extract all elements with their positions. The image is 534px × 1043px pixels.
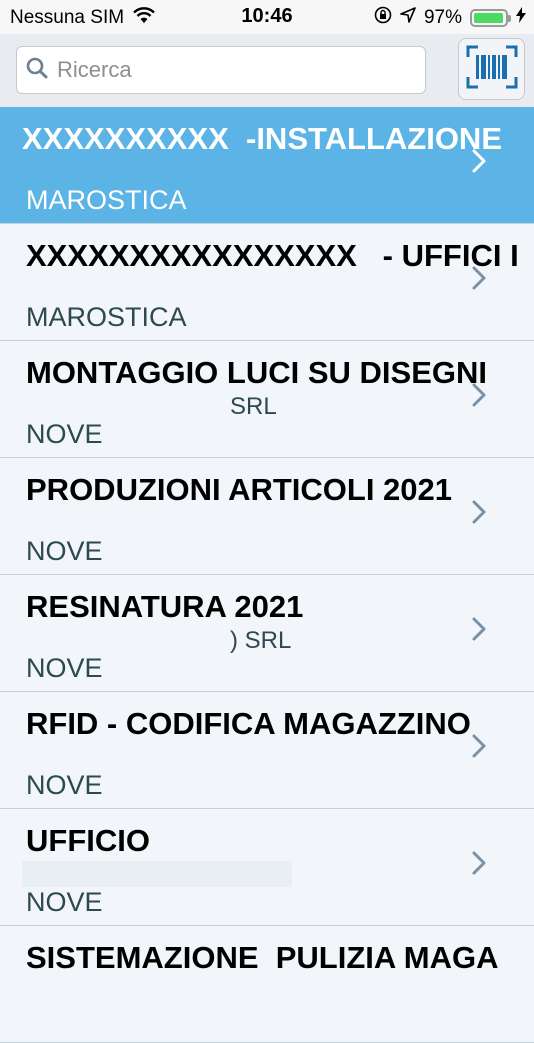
barcode-scan-button[interactable] <box>458 38 525 100</box>
barcode-scan-icon <box>466 45 518 94</box>
list-item[interactable]: UFFICIO NOVE <box>0 809 534 926</box>
list-item[interactable]: SISTEMAZIONE PULIZIA MAGA <box>0 926 534 1043</box>
item-title: PRODUZIONI ARTICOLI 2021 <box>26 472 453 507</box>
location-arrow-icon <box>400 7 416 29</box>
item-city: MAROSTICA <box>26 302 187 332</box>
item-title: XXXXXXXXXX -INSTALLAZIONE <box>22 121 511 156</box>
chevron-right-icon <box>472 851 486 880</box>
list-item[interactable]: XXXXXXXXXXXXXXXX - UFFICI I MAROSTICA <box>0 224 534 341</box>
charging-bolt-icon <box>516 7 526 29</box>
item-title: XXXXXXXXXXXXXXXX - UFFICI I <box>26 238 519 273</box>
item-city: NOVE <box>26 419 103 449</box>
chevron-right-icon <box>472 383 486 412</box>
chevron-right-icon <box>472 734 486 763</box>
item-title: UFFICIO <box>26 823 150 858</box>
item-city: NOVE <box>26 887 103 917</box>
orientation-lock-icon <box>374 6 392 30</box>
redacted-subtitle <box>22 861 292 887</box>
battery-icon <box>470 9 511 27</box>
search-bar <box>0 34 534 108</box>
item-title: SISTEMAZIONE PULIZIA MAGA <box>26 940 499 975</box>
chevron-right-icon <box>472 266 486 295</box>
item-city: NOVE <box>26 653 103 683</box>
battery-percent: 97% <box>423 7 462 28</box>
chevron-right-icon <box>472 500 486 529</box>
list-item[interactable]: RFID - CODIFICA MAGAZZINO NOVE <box>0 692 534 809</box>
search-field[interactable] <box>16 46 426 94</box>
item-subtitle: ) SRL <box>230 627 292 654</box>
item-title: RESINATURA 2021 <box>26 589 304 624</box>
item-title: RFID - CODIFICA MAGAZZINO <box>26 706 471 741</box>
list-item[interactable]: MONTAGGIO LUCI SU DISEGNI SRL NOVE <box>0 341 534 458</box>
search-icon <box>17 56 49 85</box>
job-list: XXXXXXXXXX -INSTALLAZIONE MAROSTICA XXXX… <box>0 107 534 1043</box>
list-item[interactable]: PRODUZIONI ARTICOLI 2021 NOVE <box>0 458 534 575</box>
chevron-right-icon <box>472 617 486 646</box>
list-item[interactable]: XXXXXXXXXX -INSTALLAZIONE MAROSTICA <box>0 107 534 224</box>
item-title: MONTAGGIO LUCI SU DISEGNI <box>26 355 496 390</box>
item-subtitle: SRL <box>230 393 277 420</box>
item-city: NOVE <box>26 536 103 566</box>
item-city: NOVE <box>26 770 103 800</box>
item-city: MAROSTICA <box>26 185 187 215</box>
chevron-right-icon <box>472 149 486 178</box>
status-bar: Nessuna SIM 10:46 97% <box>0 0 534 34</box>
search-input[interactable] <box>55 56 419 84</box>
list-item[interactable]: RESINATURA 2021 ) SRL NOVE <box>0 575 534 692</box>
status-right: 97% <box>374 6 526 30</box>
